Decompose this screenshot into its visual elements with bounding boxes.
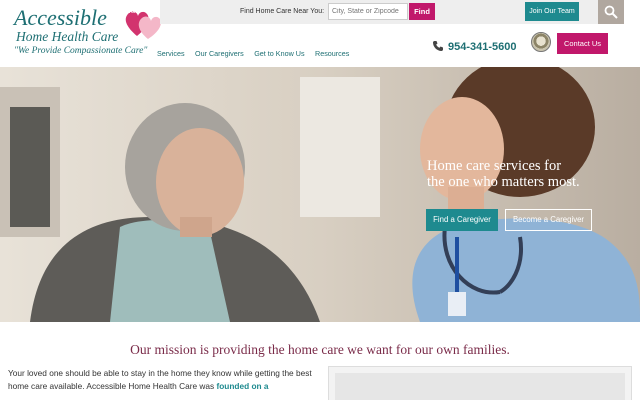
site-header: From Accessible Home Health Care "We Pro… — [0, 0, 640, 67]
find-a-caregiver-button[interactable]: Find a Caregiver — [426, 209, 498, 231]
media-panel — [328, 366, 632, 400]
find-button[interactable]: Find — [409, 3, 435, 20]
site-logo[interactable]: From Accessible Home Health Care "We Pro… — [10, 4, 161, 62]
top-bar: Find Home Care Near You: Find Join Our T… — [160, 0, 600, 24]
accreditation-seal-icon — [531, 32, 551, 52]
hero-headline: Home care services for the one who matte… — [427, 158, 637, 190]
logo-title: Accessible — [14, 5, 107, 30]
hero-headline-line2: the one who matters most. — [427, 174, 580, 190]
phone-link[interactable]: 954-341-5600 — [432, 40, 517, 54]
location-search-input[interactable] — [328, 3, 408, 20]
search-icon — [604, 5, 618, 19]
nav-item-services[interactable]: Services — [157, 49, 185, 59]
phone-icon — [433, 41, 443, 51]
nav-item-resources[interactable]: Resources — [315, 49, 349, 59]
media-placeholder — [335, 373, 625, 400]
founded-on-mission-link[interactable]: founded on a — [216, 381, 268, 391]
logo-subtitle: Home Health Care — [16, 29, 119, 44]
logo-hearts-text: From — [126, 9, 139, 15]
mission-body: Your loved one should be able to stay in… — [8, 367, 313, 393]
become-a-caregiver-button[interactable]: Become a Caregiver — [505, 209, 592, 231]
main-nav: Services Our Caregivers Get to Know Us R… — [157, 43, 355, 61]
nav-item-our-caregivers[interactable]: Our Caregivers — [195, 49, 244, 59]
hero-banner: Home care services for the one who matte… — [0, 67, 640, 322]
logo-tagline: "We Provide Compassionate Care" — [14, 46, 148, 56]
mission-title: Our mission is providing the home care w… — [130, 342, 510, 357]
nav-item-get-to-know-us[interactable]: Get to Know Us — [254, 49, 304, 59]
find-care-label: Find Home Care Near You: — [240, 8, 325, 15]
phone-number: 954-341-5600 — [448, 41, 517, 53]
contact-us-button[interactable]: Contact Us — [557, 33, 608, 54]
hero-headline-line1: Home care services for — [427, 158, 562, 174]
site-search-button[interactable] — [598, 0, 624, 24]
join-our-team-button[interactable]: Join Our Team — [525, 2, 579, 21]
mission-section: Our mission is providing the home care w… — [0, 322, 640, 400]
hero-photo — [0, 67, 640, 322]
